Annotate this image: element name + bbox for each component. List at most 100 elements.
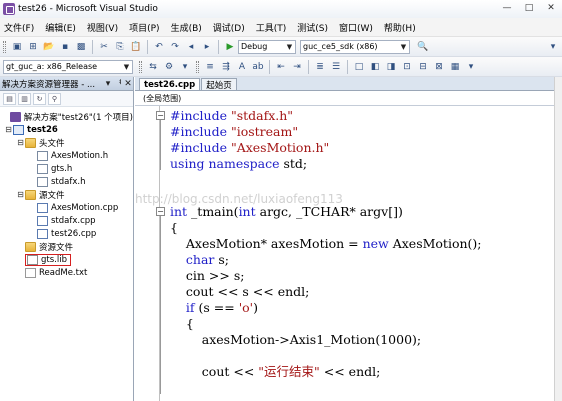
solution-platform-select[interactable]: guc_ce5_sdk (x86) ▼ bbox=[300, 39, 410, 54]
text-editor-icon-3[interactable]: A bbox=[235, 60, 249, 74]
code-line: cout << "运行结束" << endl; bbox=[170, 364, 381, 380]
start-debugging-icon[interactable]: ▶ bbox=[223, 40, 237, 54]
solution-configuration-select[interactable]: Debug ▼ bbox=[238, 39, 296, 54]
folder-icon bbox=[25, 189, 36, 200]
toolbar-grip[interactable] bbox=[139, 60, 142, 73]
code-token: "运行结束" bbox=[258, 364, 320, 379]
redo-icon[interactable]: ↷ bbox=[168, 40, 182, 54]
menu-edit[interactable]: 编辑(E) bbox=[45, 21, 76, 34]
menu-file[interactable]: 文件(F) bbox=[4, 21, 34, 34]
tree-item[interactable]: gts.lib bbox=[0, 253, 133, 266]
tree-item[interactable]: gts.h bbox=[0, 162, 133, 175]
menu-view[interactable]: 视图(V) bbox=[87, 21, 118, 34]
libfile-icon bbox=[27, 254, 38, 265]
maximize-button[interactable]: □ bbox=[518, 0, 540, 16]
toolbar-more-icon[interactable]: ▾ bbox=[464, 60, 478, 74]
hfile-icon bbox=[37, 176, 48, 187]
auto-hide-pin-icon[interactable]: ᅧ bbox=[113, 77, 123, 90]
collapse-icon[interactable]: − bbox=[156, 207, 165, 216]
navigate-forward-icon[interactable]: ▸ bbox=[200, 40, 214, 54]
new-project-icon[interactable]: ▣ bbox=[10, 40, 24, 54]
tree-item[interactable]: stdafx.h bbox=[0, 175, 133, 188]
code-line: #include "AxesMotion.h" bbox=[170, 140, 329, 156]
toolbar-grip[interactable] bbox=[196, 60, 199, 73]
undo-icon[interactable]: ↶ bbox=[152, 40, 166, 54]
bookmark-next-icon[interactable]: ◨ bbox=[384, 60, 398, 74]
tree-item-content: 资源文件 bbox=[25, 241, 73, 253]
tree-item[interactable]: AxesMotion.cpp bbox=[0, 201, 133, 214]
text-editor-icon-4[interactable]: ab bbox=[251, 60, 265, 74]
tree-item[interactable]: AxesMotion.h bbox=[0, 149, 133, 162]
project-icon bbox=[13, 124, 24, 135]
bookmark-folder-next-icon[interactable]: ⊟ bbox=[416, 60, 430, 74]
refresh-icon[interactable]: ↻ bbox=[33, 92, 46, 105]
solution-configuration-value: Debug bbox=[241, 42, 268, 51]
add-item-icon[interactable]: ⊞ bbox=[26, 40, 40, 54]
text-editor-icon-1[interactable]: ≡ bbox=[203, 60, 217, 74]
collapse-icon[interactable]: ⊟ bbox=[16, 138, 25, 147]
tree-item[interactable]: 资源文件 bbox=[0, 240, 133, 253]
menu-project[interactable]: 项目(P) bbox=[129, 21, 159, 34]
code-editor[interactable]: #include "stdafx.h" #include "iostream" #i… bbox=[135, 106, 562, 401]
bookmark-folder-prev-icon[interactable]: ⊡ bbox=[400, 60, 414, 74]
panel-close-icon[interactable]: ✕ bbox=[123, 79, 133, 89]
solution-tree: 解决方案"test26"(1 个项目) ⊟ test26 ⊟ 头文件 AxesMotion… bbox=[0, 107, 133, 279]
menu-window[interactable]: 窗口(W) bbox=[339, 21, 373, 34]
close-button[interactable]: ✕ bbox=[540, 0, 562, 16]
vertical-scrollbar[interactable] bbox=[554, 77, 562, 401]
device-connect-icon[interactable]: ⇆ bbox=[146, 60, 160, 74]
class-view-icon[interactable]: ⚲ bbox=[48, 92, 61, 105]
tab-start-page[interactable]: 起始页 bbox=[201, 78, 237, 91]
menu-test[interactable]: 测试(S) bbox=[297, 21, 328, 34]
tree-item-label: test26.cpp bbox=[51, 228, 97, 239]
navigate-back-icon[interactable]: ◂ bbox=[184, 40, 198, 54]
collapse-icon[interactable]: ⊟ bbox=[16, 190, 25, 199]
more-icon[interactable]: ▾ bbox=[178, 60, 192, 74]
tree-item[interactable]: stdafx.cpp bbox=[0, 214, 133, 227]
scope-select[interactable]: (全局范围) bbox=[143, 93, 181, 104]
decrease-indent-icon[interactable]: ⇤ bbox=[274, 60, 288, 74]
minimize-button[interactable]: — bbox=[496, 0, 518, 16]
show-all-files-icon[interactable]: ▥ bbox=[18, 92, 31, 105]
save-icon[interactable]: ▪ bbox=[58, 40, 72, 54]
device-options-icon[interactable]: ⚙ bbox=[162, 60, 176, 74]
target-device-select[interactable]: gt_guc_a: x86_Release ▼ bbox=[3, 59, 133, 74]
bookmark-clear-icon[interactable]: ⊠ bbox=[432, 60, 446, 74]
menu-build[interactable]: 生成(B) bbox=[171, 21, 202, 34]
uncomment-icon[interactable]: ☰ bbox=[329, 60, 343, 74]
tree-item-content: AxesMotion.h bbox=[37, 150, 108, 161]
window-position-icon[interactable]: ▾ bbox=[103, 79, 113, 89]
tree-item-content: 源文件 bbox=[25, 189, 65, 201]
collapse-icon[interactable]: − bbox=[156, 111, 165, 120]
tree-item[interactable]: ReadMe.txt bbox=[0, 266, 133, 279]
code-token: new bbox=[362, 236, 389, 251]
tree-item[interactable]: 解决方案"test26"(1 个项目) bbox=[0, 110, 133, 123]
tree-item[interactable]: ⊟ 头文件 bbox=[0, 136, 133, 149]
copy-icon[interactable]: ⎘ bbox=[113, 40, 127, 54]
text-editor-icon-2[interactable]: ⇶ bbox=[219, 60, 233, 74]
increase-indent-icon[interactable]: ⇥ bbox=[290, 60, 304, 74]
bookmark-icon[interactable]: □ bbox=[352, 60, 366, 74]
find-in-files-icon[interactable]: 🔍 bbox=[416, 40, 430, 54]
properties-icon[interactable]: ▤ bbox=[3, 92, 16, 105]
cut-icon[interactable]: ✂ bbox=[97, 40, 111, 54]
tree-item[interactable]: ⊟ 源文件 bbox=[0, 188, 133, 201]
bookmark-toggle-icon[interactable]: ▦ bbox=[448, 60, 462, 74]
cppfile-icon bbox=[37, 228, 48, 239]
tab-test26-cpp[interactable]: test26.cpp bbox=[139, 78, 201, 90]
menu-debug[interactable]: 调试(D) bbox=[213, 21, 245, 34]
bookmark-prev-icon[interactable]: ◧ bbox=[368, 60, 382, 74]
tree-item[interactable]: ⊟ test26 bbox=[0, 123, 133, 136]
tree-item[interactable]: test26.cpp bbox=[0, 227, 133, 240]
paste-icon[interactable]: 📋 bbox=[129, 40, 143, 54]
menu-help[interactable]: 帮助(H) bbox=[384, 21, 416, 34]
toolbar-overflow-icon[interactable]: ▾ bbox=[546, 40, 560, 54]
toolbar-grip[interactable] bbox=[3, 40, 6, 53]
menu-tools[interactable]: 工具(T) bbox=[256, 21, 287, 34]
comment-icon[interactable]: ≣ bbox=[313, 60, 327, 74]
open-file-icon[interactable]: 📂 bbox=[42, 40, 56, 54]
solution-explorer-header: 解决方案资源管理器 - ... ▾ ᅧ ✕ bbox=[0, 77, 133, 91]
collapse-icon[interactable]: ⊟ bbox=[4, 125, 13, 134]
save-all-icon[interactable]: ▩ bbox=[74, 40, 88, 54]
